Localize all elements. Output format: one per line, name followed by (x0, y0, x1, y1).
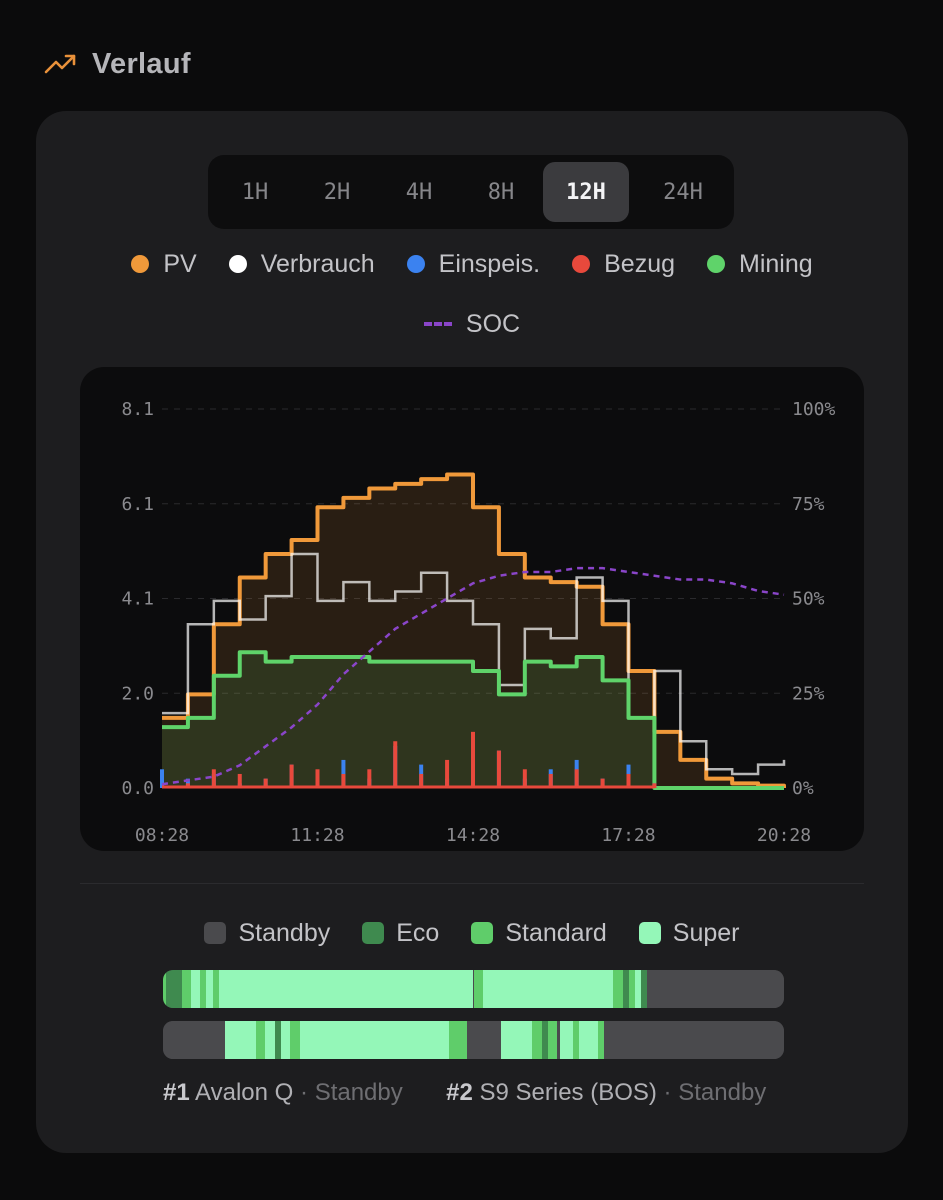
legend-mining[interactable]: Mining (707, 250, 813, 279)
miner-1-name: Avalon Q (195, 1079, 294, 1106)
y-left-tick: 8.1 (121, 399, 154, 420)
timeline-segment-standard (473, 970, 483, 1008)
timeline-segment-standby (647, 970, 784, 1008)
mode-super-label: Super (672, 918, 740, 947)
standby-swatch-icon (204, 922, 227, 944)
legend-einspeis[interactable]: Einspeis. (406, 249, 541, 279)
miner-1-state: Standby (314, 1079, 403, 1106)
timeline-segment-standard (181, 970, 191, 1008)
x-tick: 20:28 (757, 825, 811, 846)
legend-einspeis-label: Einspeis. (438, 249, 541, 278)
range-1h-button[interactable]: 1H (212, 162, 298, 222)
timeline-segment-standard (290, 1021, 300, 1059)
miner-1-number: #1 (163, 1079, 190, 1106)
mining-dot-icon (707, 255, 725, 273)
miner-2-mode-timeline (163, 1021, 784, 1059)
y-right-tick: 100% (792, 399, 836, 420)
timeline-segment-super (225, 1021, 257, 1059)
range-4h-button[interactable]: 4H (376, 162, 462, 222)
timeline-segment-super (482, 970, 614, 1008)
timeline-segment-standard (548, 1021, 558, 1059)
trending-up-icon (44, 54, 76, 74)
x-tick: 17:28 (601, 825, 655, 846)
range-24h-button[interactable]: 24H (640, 162, 726, 222)
y-left-tick: 4.1 (121, 589, 154, 610)
y-right-tick: 0% (792, 778, 814, 799)
mode-eco-label: Eco (396, 918, 440, 947)
y-left-tick: 0.0 (121, 778, 154, 799)
legend-bezug[interactable]: Bezug (572, 250, 675, 279)
timeline-segment-standard (532, 1021, 542, 1059)
section-title: Verlauf (92, 47, 191, 80)
miner-2-name: S9 Series (BOS) (479, 1079, 657, 1106)
bezug-dot-icon (572, 255, 591, 273)
verbrauch-dot-icon (228, 255, 247, 273)
timeline-segment-standby (467, 1021, 502, 1059)
legend-soc[interactable]: SOC (423, 309, 521, 339)
x-tick: 14:28 (446, 825, 500, 846)
legend-verbrauch[interactable]: Verbrauch (228, 249, 375, 279)
timeline-segment-super (299, 1021, 449, 1059)
timeline-segment-standby (163, 1021, 226, 1059)
timeline-segment-standard (613, 970, 623, 1008)
super-swatch-icon (638, 922, 661, 944)
timeline-segment-super (265, 1021, 275, 1059)
timeline-segment-super (218, 970, 474, 1008)
mode-legend-eco: Eco (362, 919, 439, 948)
section-header: Verlauf (44, 44, 191, 84)
timeline-segment-super (560, 1021, 573, 1059)
separator: · (663, 1079, 672, 1106)
legend-pv-label: PV (163, 249, 197, 278)
eco-swatch-icon (362, 922, 385, 944)
history-card: 1H 2H 4H 8H 12H 24H PV Verbrauch Einspei… (36, 111, 908, 1153)
miner-2-number: #2 (446, 1079, 473, 1106)
divider (80, 883, 864, 884)
range-12h-button[interactable]: 12H (543, 162, 629, 222)
y-right-tick: 25% (792, 683, 825, 704)
chart-legend-row2: SOC (36, 308, 908, 340)
history-chart: 8.1 6.1 4.1 2.0 0.0 100% 75% 50% 25% 0% 08:28 11:28… (80, 367, 864, 851)
timeline-segment-super (280, 1021, 291, 1059)
soc-dash-icon (423, 322, 452, 326)
mode-standby-label: Standby (238, 918, 331, 947)
einspeis-dot-icon (406, 255, 425, 273)
history-chart-svg: 8.1 6.1 4.1 2.0 0.0 100% 75% 50% 25% 0% 08:28 11:28… (121, 399, 836, 846)
y-left-tick: 6.1 (121, 494, 154, 515)
timeline-segment-standard (448, 1021, 468, 1059)
legend-soc-label: SOC (465, 309, 521, 338)
x-tick: 11:28 (290, 825, 344, 846)
chart-legend: PV Verbrauch Einspeis. Bezug Mining (36, 248, 908, 280)
separator: · (300, 1079, 309, 1106)
legend-verbrauch-label: Verbrauch (260, 249, 375, 278)
timeline-segment-standby (603, 1021, 784, 1059)
mode-legend-super: Super (638, 918, 740, 948)
timeline-segment-standard (256, 1021, 266, 1059)
timeline-segment-eco (166, 970, 182, 1008)
miner-1-status: #1 Avalon Q · Standby (163, 1079, 409, 1106)
timeline-segment-super (501, 1021, 533, 1059)
miner-2-state: Standby (678, 1079, 767, 1106)
time-range-selector: 1H 2H 4H 8H 12H 24H (208, 155, 734, 229)
legend-bezug-label: Bezug (604, 249, 675, 278)
mode-standard-label: Standard (505, 918, 607, 947)
miner-2-status: #2 S9 Series (BOS) · Standby (446, 1079, 766, 1106)
y-left-tick: 2.0 (121, 683, 154, 704)
y-right-tick: 50% (792, 589, 825, 610)
mode-legend-standard: Standard (471, 918, 607, 948)
legend-mining-label: Mining (739, 249, 813, 278)
pv-dot-icon (131, 255, 150, 273)
legend-pv[interactable]: PV (131, 249, 197, 279)
y-right-tick: 75% (792, 494, 825, 515)
miner-status-list: #1 Avalon Q · Standby #2 S9 Series (BOS)… (163, 1079, 863, 1107)
range-2h-button[interactable]: 2H (294, 162, 380, 222)
standard-swatch-icon (471, 922, 494, 944)
mode-legend-standby: Standby (204, 919, 330, 948)
range-8h-button[interactable]: 8H (458, 162, 544, 222)
timeline-segment-super (190, 970, 201, 1008)
x-tick: 08:28 (135, 825, 189, 846)
miner-1-mode-timeline (163, 970, 784, 1008)
timeline-segment-super (579, 1021, 598, 1059)
mode-legend: Standby Eco Standard Super (36, 917, 908, 949)
